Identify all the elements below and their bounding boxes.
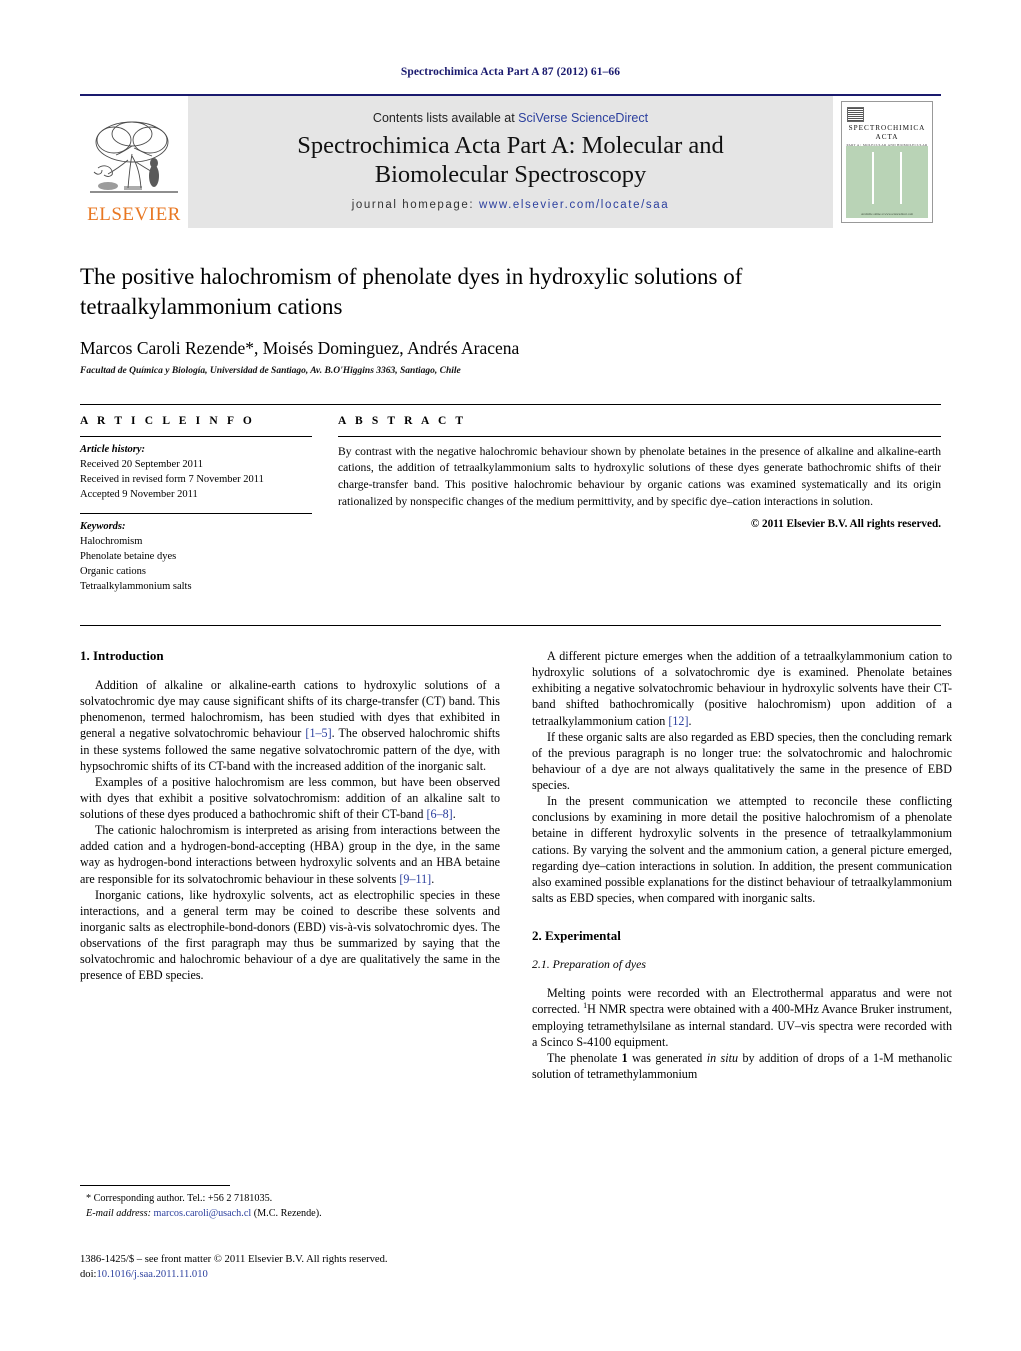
elsevier-wordmark: ELSEVIER: [87, 204, 181, 225]
cover-green-panel: Available online at www.sciencedirect.co…: [846, 146, 928, 218]
homepage-label: journal homepage:: [351, 199, 475, 212]
citation-link[interactable]: [12]: [668, 714, 688, 728]
section-heading-introduction: 1. Introduction: [80, 647, 164, 663]
journal-cover-thumbnail: SPECTROCHIMICA ACTA PART A : MOLECULAR A…: [833, 96, 941, 228]
right-column: A different picture emerges when the add…: [532, 648, 952, 1082]
para-text: .: [688, 713, 692, 728]
email-link[interactable]: marcos.caroli@usach.cl: [154, 1208, 252, 1219]
journal-homepage-line: journal homepage: www.elsevier.com/locat…: [352, 199, 669, 211]
doi-label: doi:: [80, 1269, 97, 1281]
para-text: H NMR spectra were obtained with a 400-M…: [532, 1002, 953, 1049]
page-title: The positive halochromism of phenolate d…: [80, 264, 743, 319]
article-info-heading: A R T I C L E I N F O: [80, 414, 255, 427]
cover-title-line-2: ACTA: [875, 133, 899, 141]
doi-link[interactable]: 10.1016/j.saa.2011.11.010: [96, 1269, 207, 1280]
email-address-label: E-mail address:: [86, 1207, 151, 1219]
cover-barcode-icon: [847, 107, 864, 122]
paragraph: Examples of a positive halochromism are …: [80, 774, 500, 822]
para-text: .: [431, 871, 435, 886]
section-heading-experimental: 2. Experimental: [532, 928, 621, 944]
paragraph: The phenolate 1 was generated in situ by…: [532, 1050, 952, 1082]
info-abstract-region: A R T I C L E I N F O Article history: R…: [80, 403, 941, 595]
abstract-text: By contrast with the negative halochromi…: [338, 444, 941, 508]
article-history-label: Article history:: [80, 443, 146, 455]
email-owner: (M.C. Rezende).: [251, 1207, 322, 1219]
left-column: 1. Introduction Addition of alkaline or …: [80, 648, 500, 1082]
keyword-item: Phenolate betaine dyes: [80, 551, 177, 563]
cover-image: SPECTROCHIMICA ACTA PART A : MOLECULAR A…: [841, 101, 933, 223]
doi-line: doi:10.1016/j.saa.2011.11.010: [80, 1267, 520, 1282]
homepage-url-link[interactable]: www.elsevier.com/locate/saa: [479, 199, 669, 211]
paragraph: The cationic halochromism is interpreted…: [80, 822, 500, 887]
paragraph: In the present communication we attempte…: [532, 794, 952, 906]
history-item: Received 20 September 2011: [80, 458, 203, 470]
keyword-item: Halochromism: [80, 536, 143, 548]
affiliation: Facultad de Química y Biología, Universi…: [80, 365, 461, 376]
article-body: 1. Introduction Addition of alkaline or …: [80, 624, 952, 1082]
journal-title: Spectrochimica Acta Part A: Molecular an…: [297, 132, 724, 190]
front-matter-line: 1386-1425/$ – see front matter © 2011 El…: [80, 1254, 388, 1265]
citation-link[interactable]: [1–5]: [305, 726, 331, 740]
imprint-block: 1386-1425/$ – see front matter © 2011 El…: [80, 1252, 520, 1283]
keywords-group: Keywords: Halochromism Phenolate betaine…: [80, 514, 312, 595]
paragraph: Melting points were recorded with an Ele…: [532, 985, 952, 1050]
email-note: E-mail address: marcos.caroli@usach.cl (…: [80, 1207, 500, 1222]
para-text: The cationic halochromism is interpreted…: [80, 823, 500, 886]
footnote-rule: [80, 1185, 230, 1186]
citation-link[interactable]: [9–11]: [399, 872, 431, 886]
cover-top: SPECTROCHIMICA ACTA PART A : MOLECULAR A…: [846, 106, 928, 151]
keyword-item: Tetraalkylammonium salts: [80, 581, 192, 593]
citation-link[interactable]: [6–8]: [427, 807, 453, 821]
abstract-rule: [338, 435, 941, 437]
history-item: Accepted 9 November 2011: [80, 488, 198, 500]
paragraph: A different picture emerges when the add…: [532, 648, 952, 729]
para-text: A different picture emerges when the add…: [532, 648, 952, 728]
contents-available-line: Contents lists available at SciVerse Sci…: [373, 111, 648, 125]
para-text: The phenolate: [547, 1050, 622, 1065]
paragraph: Addition of alkaline or alkaline-earth c…: [80, 677, 500, 774]
journal-title-line-2: Biomolecular Spectroscopy: [374, 160, 647, 188]
running-head: Spectrochimica Acta Part A 87 (2012) 61–…: [400, 66, 621, 78]
abstract-column: A B S T R A C T By contrast with the neg…: [338, 405, 941, 595]
article-title-block: The positive halochromism of phenolate d…: [80, 262, 941, 376]
keyword-item: Organic cations: [80, 566, 146, 578]
copyright-line: © 2011 Elsevier B.V. All rights reserved…: [750, 517, 941, 530]
subsection-heading-preparation-of-dyes: 2.1. Preparation of dyes: [532, 957, 646, 972]
para-text: .: [452, 807, 456, 822]
elsevier-logo: ELSEVIER: [80, 96, 188, 228]
cover-footer-text: Available online at www.sciencedirect.co…: [861, 212, 913, 216]
journal-article-page: Spectrochimica Acta Part A 87 (2012) 61–…: [0, 0, 1021, 1351]
elsevier-tree-icon: [90, 121, 178, 193]
contents-prefix: Contents lists available at: [372, 110, 519, 125]
journal-masthead: ELSEVIER Contents lists available at Sci…: [80, 94, 941, 228]
journal-title-line-1: Spectrochimica Acta Part A: Molecular an…: [297, 131, 724, 159]
history-item: Received in revised form 7 November 2011: [80, 473, 264, 485]
masthead-center: Contents lists available at SciVerse Sci…: [188, 96, 833, 228]
sciencedirect-link[interactable]: SciVerse ScienceDirect: [518, 111, 648, 125]
latin-phrase: in situ: [706, 1050, 739, 1065]
para-text: was generated: [627, 1050, 707, 1065]
paragraph: Inorganic cations, like hydroxylic solve…: [80, 887, 500, 983]
abstract-heading: A B S T R A C T: [338, 414, 467, 427]
paragraph: If these organic salts are also regarded…: [532, 729, 952, 793]
author-list: Marcos Caroli Rezende*, Moisés Dominguez…: [80, 337, 520, 358]
corresponding-author-note: * Corresponding author. Tel.: +56 2 7181…: [86, 1193, 273, 1204]
cover-title-line-1: SPECTROCHIMICA: [848, 124, 926, 132]
article-history-group: Article history: Received 20 September 2…: [80, 437, 312, 503]
keywords-label: Keywords:: [80, 521, 126, 533]
article-info-column: A R T I C L E I N F O Article history: R…: [80, 405, 312, 595]
footnote-block: * Corresponding author. Tel.: +56 2 7181…: [80, 1185, 500, 1222]
